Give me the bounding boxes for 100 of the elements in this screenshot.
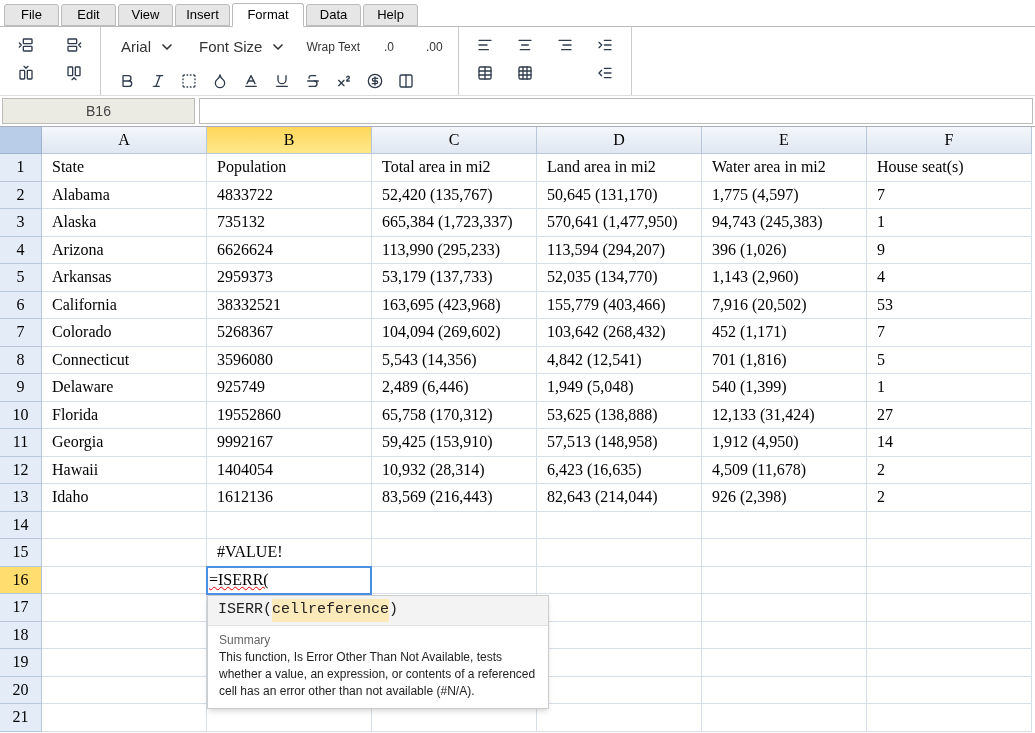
table-cell[interactable] <box>372 566 537 594</box>
menu-tab[interactable]: View <box>118 4 173 26</box>
table-cell[interactable] <box>42 704 207 732</box>
table-cell[interactable]: 5 <box>867 346 1032 374</box>
table-cell[interactable]: 6626624 <box>207 236 372 264</box>
table-cell[interactable] <box>867 566 1032 594</box>
table-cell[interactable]: 52,035 (134,770) <box>537 264 702 292</box>
table-cell[interactable] <box>867 511 1032 539</box>
table-cell[interactable]: 163,695 (423,968) <box>372 291 537 319</box>
table-cell[interactable]: State <box>42 154 207 182</box>
table-cell[interactable]: 57,513 (148,958) <box>537 429 702 457</box>
row-header[interactable]: 6 <box>0 291 42 319</box>
row-header[interactable]: 18 <box>0 621 42 649</box>
table-cell[interactable]: Florida <box>42 401 207 429</box>
column-header[interactable]: A <box>42 127 207 154</box>
table-cell[interactable]: Land area in mi2 <box>537 154 702 182</box>
table-cell[interactable]: 1404054 <box>207 456 372 484</box>
row-header[interactable]: 4 <box>0 236 42 264</box>
table-cell[interactable] <box>867 621 1032 649</box>
table-cell[interactable]: 4,509 (11,678) <box>702 456 867 484</box>
table-cell[interactable]: Alaska <box>42 209 207 237</box>
row-header[interactable]: 8 <box>0 346 42 374</box>
table-cell[interactable]: 7 <box>867 181 1032 209</box>
row-header[interactable]: 12 <box>0 456 42 484</box>
table-cell[interactable]: Alabama <box>42 181 207 209</box>
table-cell[interactable]: 926 (2,398) <box>702 484 867 512</box>
table-cell[interactable]: Water area in mi2 <box>702 154 867 182</box>
table-cell[interactable]: House seat(s) <box>867 154 1032 182</box>
row-header[interactable]: 20 <box>0 676 42 704</box>
table-cell[interactable]: 103,642 (268,432) <box>537 319 702 347</box>
table-cell[interactable]: 12,133 (31,424) <box>702 401 867 429</box>
table-cell[interactable]: 82,643 (214,044) <box>537 484 702 512</box>
table-cell[interactable]: 104,094 (269,602) <box>372 319 537 347</box>
table-cell[interactable]: Arkansas <box>42 264 207 292</box>
table-cell[interactable]: 1,775 (4,597) <box>702 181 867 209</box>
table-cell[interactable] <box>702 566 867 594</box>
table-cell[interactable]: 665,384 (1,723,337) <box>372 209 537 237</box>
menu-tab[interactable]: Insert <box>175 4 230 26</box>
table-cell[interactable]: 1,912 (4,950) <box>702 429 867 457</box>
table-cell[interactable] <box>537 511 702 539</box>
table-cell[interactable]: 4 <box>867 264 1032 292</box>
column-header[interactable]: C <box>372 127 537 154</box>
table-cell[interactable]: 2 <box>867 456 1032 484</box>
table-cell[interactable]: 1,949 (5,048) <box>537 374 702 402</box>
table-cell[interactable]: 735132 <box>207 209 372 237</box>
menu-tab[interactable]: Format <box>232 3 304 27</box>
table-cell[interactable]: 9992167 <box>207 429 372 457</box>
table-cell[interactable] <box>867 649 1032 677</box>
table-cell[interactable]: 94,743 (245,383) <box>702 209 867 237</box>
table-cell[interactable]: 540 (1,399) <box>702 374 867 402</box>
table-cell[interactable]: 4,842 (12,541) <box>537 346 702 374</box>
table-cell[interactable]: 38332521 <box>207 291 372 319</box>
row-header[interactable]: 7 <box>0 319 42 347</box>
row-header[interactable]: 1 <box>0 154 42 182</box>
table-cell[interactable]: 65,758 (170,312) <box>372 401 537 429</box>
table-cell[interactable] <box>867 676 1032 704</box>
row-header[interactable]: 9 <box>0 374 42 402</box>
column-header[interactable]: D <box>537 127 702 154</box>
row-header[interactable]: 16 <box>0 566 42 594</box>
table-cell[interactable]: 1 <box>867 374 1032 402</box>
row-header[interactable]: 13 <box>0 484 42 512</box>
table-cell[interactable]: 1612136 <box>207 484 372 512</box>
row-header[interactable]: 14 <box>0 511 42 539</box>
font-family-dropdown[interactable]: Arial <box>121 35 175 59</box>
table-cell[interactable] <box>702 676 867 704</box>
table-cell[interactable]: 1 <box>867 209 1032 237</box>
table-cell[interactable]: 3596080 <box>207 346 372 374</box>
table-cell[interactable]: 6,423 (16,635) <box>537 456 702 484</box>
table-cell[interactable] <box>702 704 867 732</box>
menu-tab[interactable]: Help <box>363 4 418 26</box>
table-cell[interactable] <box>867 539 1032 567</box>
row-header[interactable]: 17 <box>0 594 42 622</box>
table-cell[interactable]: 7 <box>867 319 1032 347</box>
table-cell[interactable]: 27 <box>867 401 1032 429</box>
table-cell[interactable]: 59,425 (153,910) <box>372 429 537 457</box>
column-header[interactable]: F <box>867 127 1032 154</box>
table-cell[interactable]: 452 (1,171) <box>702 319 867 347</box>
table-cell[interactable] <box>702 539 867 567</box>
table-cell[interactable]: 925749 <box>207 374 372 402</box>
table-cell[interactable]: 1,143 (2,960) <box>702 264 867 292</box>
table-cell[interactable] <box>702 594 867 622</box>
table-cell[interactable]: 52,420 (135,767) <box>372 181 537 209</box>
table-cell[interactable]: 19552860 <box>207 401 372 429</box>
table-cell[interactable]: 7,916 (20,502) <box>702 291 867 319</box>
table-cell[interactable] <box>537 566 702 594</box>
table-cell[interactable]: 570,641 (1,477,950) <box>537 209 702 237</box>
table-cell[interactable]: 5,543 (14,356) <box>372 346 537 374</box>
table-cell[interactable]: 113,990 (295,233) <box>372 236 537 264</box>
table-cell[interactable]: 2959373 <box>207 264 372 292</box>
table-cell[interactable]: 14 <box>867 429 1032 457</box>
table-cell[interactable] <box>537 539 702 567</box>
table-cell[interactable]: 4833722 <box>207 181 372 209</box>
increase-decimal-button[interactable]: .00 <box>426 38 443 56</box>
table-cell[interactable]: 53,625 (138,888) <box>537 401 702 429</box>
table-cell[interactable] <box>42 539 207 567</box>
table-cell[interactable]: 113,594 (294,207) <box>537 236 702 264</box>
row-header[interactable]: 15 <box>0 539 42 567</box>
table-cell[interactable]: Colorado <box>42 319 207 347</box>
table-cell[interactable] <box>867 704 1032 732</box>
table-cell[interactable]: 701 (1,816) <box>702 346 867 374</box>
